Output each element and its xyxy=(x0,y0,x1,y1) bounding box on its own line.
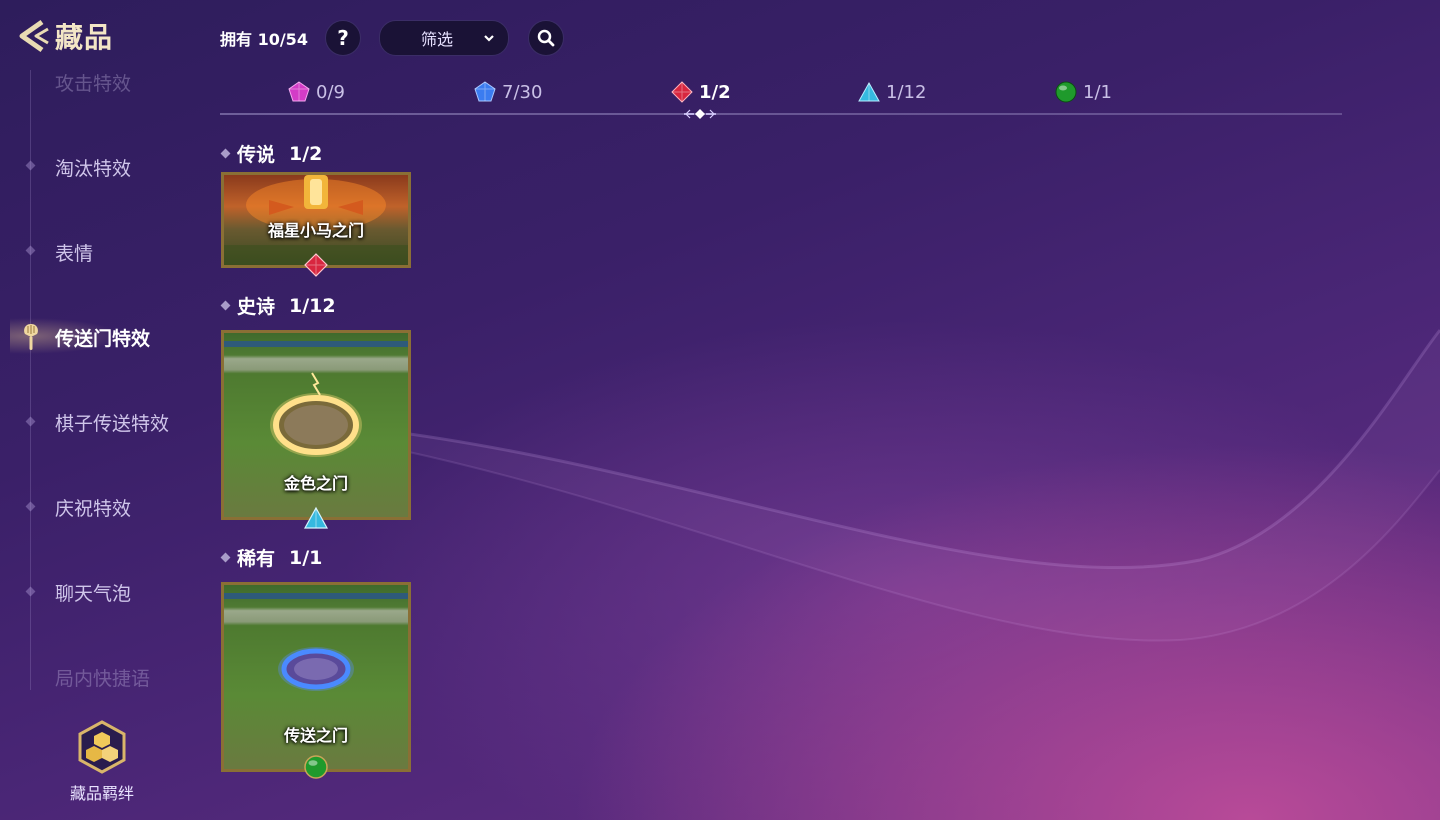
tab-count: 7/30 xyxy=(502,81,543,103)
chevron-down-icon xyxy=(484,35,494,42)
blue-gem-icon xyxy=(474,81,496,102)
owned-count: 拥有 10/54 xyxy=(220,30,308,49)
sidebar-item-emotes[interactable]: 表情 xyxy=(55,239,93,266)
sidebar-item-quick-phrases[interactable]: 局内快捷语 xyxy=(55,664,150,691)
section-title-legendary: 传说 1/2 xyxy=(220,140,323,167)
tab-count: 1/2 xyxy=(699,81,731,103)
sidebar-dot xyxy=(25,160,36,171)
tab-count: 1/12 xyxy=(886,81,927,103)
sidebar-dot xyxy=(25,245,36,256)
sidebar-item-celebration-effects[interactable]: 庆祝特效 xyxy=(55,494,131,521)
filter-label: 筛选 xyxy=(420,30,453,49)
sidebar-dot xyxy=(25,501,36,512)
help-icon: ? xyxy=(337,26,349,50)
tab-rarity-blue[interactable]: 7/30 xyxy=(474,80,542,104)
red-gem-icon xyxy=(671,81,693,103)
sidebar-dot xyxy=(25,586,36,597)
green-orb-icon xyxy=(304,755,328,779)
section-title-epic: 史诗 1/12 xyxy=(220,292,336,319)
section-title-rare: 稀有 1/1 xyxy=(220,544,323,571)
background-swoosh xyxy=(379,329,1440,642)
search-button[interactable] xyxy=(528,20,564,56)
item-name: 传送之门 xyxy=(283,726,348,745)
item-card-legendary[interactable]: 福星小马之门 xyxy=(221,172,411,277)
purple-gem-icon xyxy=(288,81,310,102)
tab-rarity-purple[interactable]: 0/9 xyxy=(288,80,345,104)
section-count: 1/1 xyxy=(289,546,323,569)
section-title-text: 传说 xyxy=(237,144,276,166)
collection-bond-button[interactable]: 藏品羁绊 xyxy=(60,720,144,804)
section-title-text: 稀有 xyxy=(237,548,276,570)
item-card-rare[interactable]: 传送之门 xyxy=(221,582,411,779)
tab-underline xyxy=(220,113,1342,115)
section-count: 1/12 xyxy=(289,294,336,317)
sidebar-item-portal-effects[interactable]: 传送门特效 xyxy=(55,324,150,351)
cyan-triangle-icon xyxy=(303,506,329,529)
sidebar-item-attack-effects[interactable]: 攻击特效 xyxy=(55,69,131,96)
cyan-triangle-icon xyxy=(858,81,880,102)
tab-count: 1/1 xyxy=(1083,81,1112,103)
bullet-icon xyxy=(220,300,231,311)
tab-rarity-green[interactable]: 1/1 xyxy=(1055,80,1112,104)
back-arrow-icon[interactable] xyxy=(12,16,52,56)
hexagon-cubes-icon xyxy=(78,720,126,774)
item-name: 金色之门 xyxy=(283,474,348,493)
item-name: 福星小马之门 xyxy=(267,221,364,240)
tab-rarity-red[interactable]: 1/2 xyxy=(671,80,731,104)
sidebar-dot xyxy=(25,416,36,427)
tab-rarity-cyan[interactable]: 1/12 xyxy=(858,80,926,104)
sidebar-item-elimination-effects[interactable]: 淘汰特效 xyxy=(55,154,131,181)
tab-count: 0/9 xyxy=(316,81,345,103)
collection-bond-label: 藏品羁绊 xyxy=(69,784,134,803)
active-tab-marker-icon xyxy=(684,109,716,119)
section-title-text: 史诗 xyxy=(237,296,276,318)
bullet-icon xyxy=(220,148,231,159)
red-gem-icon xyxy=(304,253,328,277)
search-icon xyxy=(537,29,555,47)
green-orb-icon xyxy=(1055,81,1077,103)
help-button[interactable]: ? xyxy=(325,20,361,56)
item-card-epic[interactable]: 金色之门 xyxy=(221,330,411,529)
page-title: 藏品 xyxy=(55,21,114,54)
filter-dropdown[interactable]: 筛选 xyxy=(379,20,509,56)
bullet-icon xyxy=(220,552,231,563)
sidebar-item-chat-bubbles[interactable]: 聊天气泡 xyxy=(55,579,131,606)
section-count: 1/2 xyxy=(289,142,323,165)
sidebar-item-piece-teleport-effects[interactable]: 棋子传送特效 xyxy=(55,409,169,436)
portal-brush-icon xyxy=(24,324,38,350)
